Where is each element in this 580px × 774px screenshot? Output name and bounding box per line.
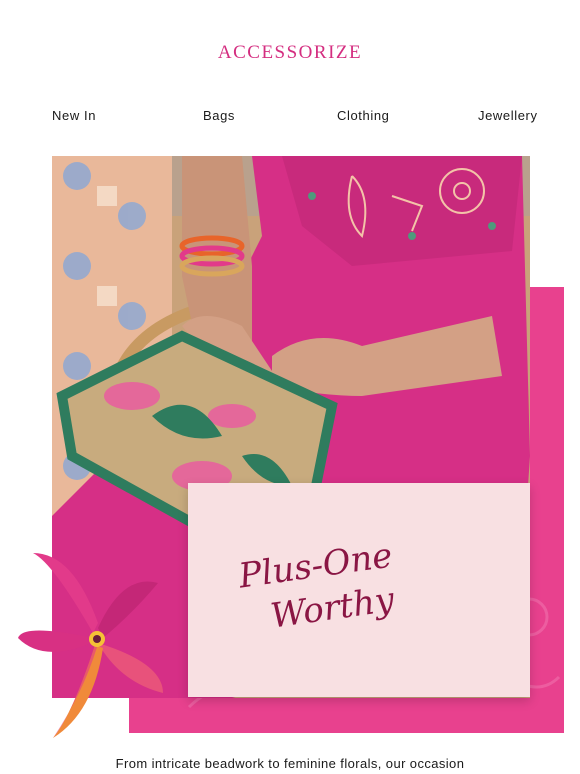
brand-logo[interactable]: ACCESSORIZE: [0, 42, 580, 64]
main-nav: New In Bags Clothing Jewellery: [0, 108, 580, 124]
body-copy: From intricate beadwork to feminine flor…: [115, 756, 465, 771]
nav-item-clothing[interactable]: Clothing: [337, 108, 390, 123]
flower-illustration-icon: [13, 543, 173, 748]
nav-item-bags[interactable]: Bags: [203, 108, 235, 123]
nav-item-new-in[interactable]: New In: [52, 108, 96, 123]
nav-item-jewellery[interactable]: Jewellery: [478, 108, 538, 123]
